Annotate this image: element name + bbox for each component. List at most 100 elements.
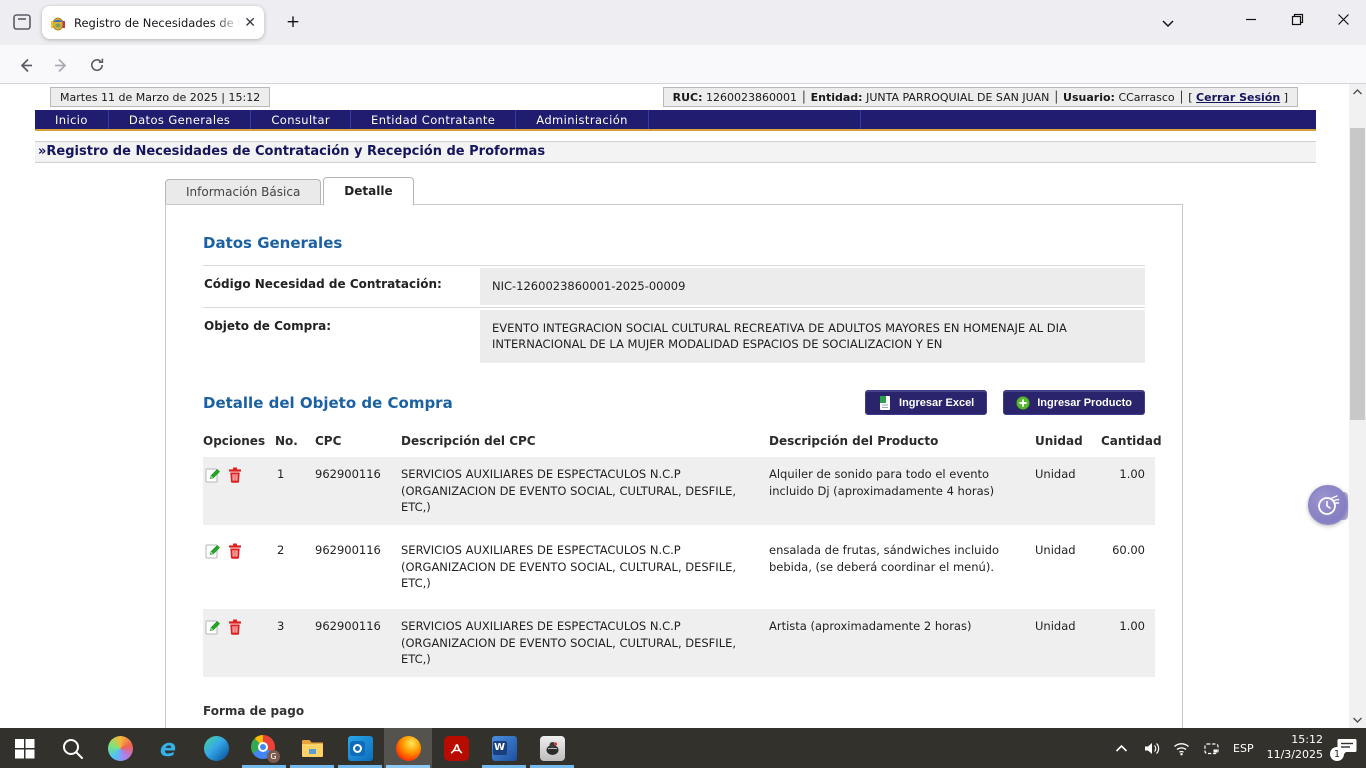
field-label: Código Necesidad de Contratación: <box>203 266 480 307</box>
tab-list-chevron-icon[interactable] <box>1156 12 1180 34</box>
taskbar-word[interactable]: W <box>480 728 528 768</box>
edge-icon <box>204 736 229 761</box>
field-value: NIC-1260023860001-2025-00009 <box>480 268 1145 305</box>
volume-icon[interactable] <box>1143 740 1160 757</box>
session-datetime: Martes 11 de Marzo de 2025 | 15:12 <box>50 87 270 107</box>
taskbar-clock[interactable]: 15:12 11/3/2025 <box>1267 733 1323 763</box>
vertical-scrollbar[interactable] <box>1349 84 1366 728</box>
clock-icon <box>1315 492 1341 518</box>
detalle-table-body: 1 962900116 SERVICIOS AUXILIARES DE ESPE… <box>203 457 1145 677</box>
remote-session-icon[interactable] <box>1203 740 1220 757</box>
new-tab-button[interactable]: + <box>280 10 306 36</box>
browser-tab[interactable]: Registro de Necesidades de Co ✕ <box>42 6 264 39</box>
edit-icon[interactable] <box>205 543 221 559</box>
row-cpc-description: SERVICIOS AUXILIARES DE ESPECTACULOS N.C… <box>401 542 769 592</box>
screen: Registro de Necesidades de Co ✕ + <box>0 0 1366 768</box>
row-unit: Unidad <box>1035 542 1101 559</box>
taskbar-internet-explorer[interactable]: e <box>144 728 192 768</box>
forward-button[interactable] <box>48 52 74 78</box>
column-header: Descripción del Producto <box>769 427 1035 457</box>
taskbar-file-explorer[interactable] <box>288 728 336 768</box>
excel-file-icon <box>878 395 892 411</box>
ingresar-excel-label: Ingresar Excel <box>899 397 974 409</box>
page-content: Martes 11 de Marzo de 2025 | 15:12 RUC: … <box>0 84 1349 728</box>
floating-timer-widget[interactable] <box>1308 485 1348 525</box>
forma-de-pago-label: Forma de pago <box>203 704 1145 718</box>
restore-button[interactable] <box>1274 0 1320 38</box>
entidad-label: Entidad: <box>811 91 863 104</box>
detalle-heading: Detalle del Objeto de Compra <box>203 394 453 412</box>
tab-close-icon[interactable]: ✕ <box>244 15 256 31</box>
row-cpc-description: SERVICIOS AUXILIARES DE ESPECTACULOS N.C… <box>401 466 769 516</box>
close-button[interactable] <box>1320 0 1366 38</box>
form-tabs: Información Básica Detalle <box>165 177 416 205</box>
notification-badge: 1 <box>1330 747 1344 761</box>
row-number: 1 <box>275 466 315 483</box>
system-tray: ESP 15:12 11/3/2025 1 <box>1113 728 1360 768</box>
nav-menu-item[interactable]: Consultar <box>251 110 351 129</box>
row-quantity: 1.00 <box>1101 466 1155 483</box>
tab-organizer-icon[interactable] <box>11 11 33 33</box>
taskbar-outlook[interactable] <box>336 728 384 768</box>
ruc-label: RUC: <box>673 91 703 104</box>
start-button[interactable] <box>0 728 48 768</box>
column-header: No. <box>275 427 315 457</box>
taskbar-acrobat[interactable] <box>432 728 480 768</box>
edit-icon[interactable] <box>205 467 221 483</box>
firefox-icon <box>396 736 421 761</box>
tray-time: 15:12 <box>1267 733 1323 748</box>
scroll-down-arrow[interactable] <box>1349 712 1366 728</box>
detalle-header: Detalle del Objeto de Compra Ingresar Ex… <box>203 390 1145 415</box>
taskbar-chrome[interactable]: G <box>240 728 288 768</box>
taskbar-copilot[interactable] <box>96 728 144 768</box>
usuario-value: CCarrasco <box>1118 91 1174 104</box>
row-cpc: 962900116 <box>315 466 401 483</box>
ruc-value: 1260023860001 <box>706 91 797 104</box>
column-header: Unidad <box>1035 427 1101 457</box>
detalle-table-row: 1 962900116 SERVICIOS AUXILIARES DE ESPE… <box>203 457 1155 525</box>
reload-button[interactable] <box>84 52 110 78</box>
ingresar-excel-button[interactable]: Ingresar Excel <box>865 390 987 415</box>
taskbar-java-app[interactable] <box>528 728 576 768</box>
language-indicator[interactable]: ESP <box>1233 742 1254 755</box>
scroll-up-arrow[interactable] <box>1349 84 1366 100</box>
wifi-icon[interactable] <box>1173 740 1190 757</box>
file-explorer-icon <box>300 736 325 761</box>
row-options <box>203 466 275 483</box>
scrollbar-thumb[interactable] <box>1350 128 1365 420</box>
row-cpc-description: SERVICIOS AUXILIARES DE ESPECTACULOS N.C… <box>401 618 769 668</box>
browser-toolbar: https://www.compraspublicas.gob.ec/Proce… <box>0 45 1366 84</box>
form-tab[interactable]: Detalle <box>323 177 413 205</box>
form-tab[interactable]: Información Básica <box>165 179 321 205</box>
windows-logo-icon <box>12 736 37 761</box>
ingresar-producto-button[interactable]: Ingresar Producto <box>1003 390 1145 415</box>
nav-menu-item[interactable]: Inicio <box>35 110 109 129</box>
row-unit: Unidad <box>1035 618 1101 635</box>
browser-titlebar: Registro de Necesidades de Co ✕ + <box>0 0 1366 45</box>
tab-title: Registro de Necesidades de Co <box>74 16 240 30</box>
taskbar-firefox[interactable] <box>384 728 432 768</box>
logout-link[interactable]: Cerrar Sesión <box>1196 91 1280 104</box>
column-header: Cantidad <box>1101 427 1155 457</box>
delete-trash-icon[interactable] <box>228 543 242 559</box>
detalle-table-row: 2 962900116 SERVICIOS AUXILIARES DE ESPE… <box>203 533 1155 601</box>
nav-menu-item[interactable]: Administración <box>516 110 649 129</box>
tray-chevron-icon[interactable] <box>1113 740 1130 757</box>
chrome-icon: G <box>251 735 277 761</box>
delete-trash-icon[interactable] <box>228 467 242 483</box>
word-icon: W <box>492 736 517 761</box>
nav-menu-item[interactable]: Entidad Contratante <box>351 110 516 129</box>
ingresar-producto-label: Ingresar Producto <box>1037 397 1132 409</box>
window-controls <box>1228 0 1366 38</box>
form-panel: Datos Generales Código Necesidad de Cont… <box>165 204 1183 728</box>
action-center-icon[interactable]: 1 <box>1336 737 1360 759</box>
nav-menu-item[interactable]: Datos Generales <box>109 110 251 129</box>
taskbar-edge[interactable] <box>192 728 240 768</box>
edit-icon[interactable] <box>205 619 221 635</box>
delete-trash-icon[interactable] <box>228 619 242 635</box>
taskbar-search[interactable] <box>48 728 96 768</box>
back-button[interactable] <box>12 52 38 78</box>
column-header: Descripción del CPC <box>401 427 769 457</box>
detalle-table-row: 3 962900116 SERVICIOS AUXILIARES DE ESPE… <box>203 609 1155 677</box>
minimize-button[interactable] <box>1228 0 1274 38</box>
